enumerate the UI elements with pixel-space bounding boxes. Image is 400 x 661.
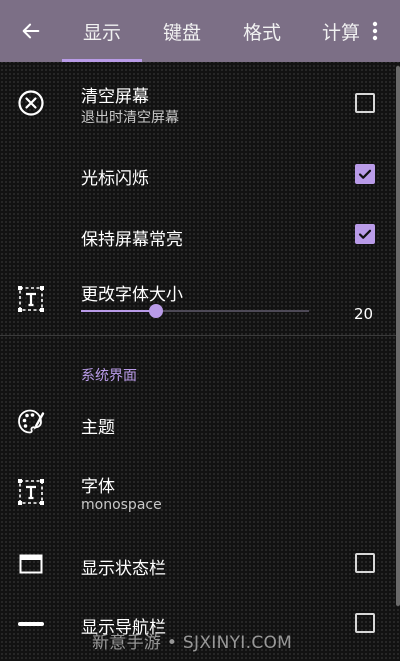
minus-bar-icon xyxy=(16,609,46,639)
tab-indicator xyxy=(62,59,142,62)
show-nav-bar-checkbox[interactable] xyxy=(355,613,375,633)
section-divider xyxy=(0,335,400,336)
cursor-blink-checkbox[interactable] xyxy=(355,164,375,184)
theme-title: 主题 xyxy=(81,418,115,438)
app-bar: 显示 键盘 格式 计算 xyxy=(0,0,400,62)
font-subtitle: monospace xyxy=(81,497,162,513)
show-status-bar-checkbox[interactable] xyxy=(355,553,375,573)
font-size-value: 20 xyxy=(354,305,374,323)
check-icon xyxy=(358,229,372,239)
window-icon xyxy=(16,549,46,579)
arrow-left-icon xyxy=(22,23,40,39)
font-size-title: 更改字体大小 xyxy=(81,285,183,305)
font-size-slider-thumb[interactable] xyxy=(149,304,164,318)
palette-icon xyxy=(16,407,46,437)
show-status-bar-title: 显示状态栏 xyxy=(81,559,166,579)
text-resize-icon xyxy=(16,477,46,507)
overflow-menu-button[interactable] xyxy=(360,16,390,46)
clear-circle-icon xyxy=(16,88,46,118)
tab-format[interactable]: 格式 xyxy=(222,0,302,62)
check-icon xyxy=(358,169,372,179)
back-button[interactable] xyxy=(14,14,48,48)
keep-screen-on-title: 保持屏幕常亮 xyxy=(81,230,183,250)
tab-calculation[interactable]: 计算 xyxy=(302,0,362,62)
cursor-blink-title: 光标闪烁 xyxy=(81,169,149,189)
keep-screen-on-checkbox[interactable] xyxy=(355,224,375,244)
scrollbar[interactable] xyxy=(396,66,400,606)
font-size-slider-fill xyxy=(81,310,157,312)
more-vertical-icon xyxy=(372,21,378,41)
system-ui-header: 系统界面 xyxy=(81,368,137,384)
watermark-text: 新意手游 • SJXINYI.COM xyxy=(92,633,293,653)
font-title: 字体 xyxy=(81,477,115,497)
text-resize-icon xyxy=(16,284,46,314)
clear-screen-subtitle: 退出时清空屏幕 xyxy=(81,110,179,126)
tab-keyboard[interactable]: 键盘 xyxy=(142,0,222,62)
tab-strip: 显示 键盘 格式 计算 xyxy=(62,0,362,62)
clear-screen-title: 清空屏幕 xyxy=(81,87,149,107)
clear-screen-checkbox[interactable] xyxy=(355,93,375,113)
tab-display[interactable]: 显示 xyxy=(62,0,142,62)
